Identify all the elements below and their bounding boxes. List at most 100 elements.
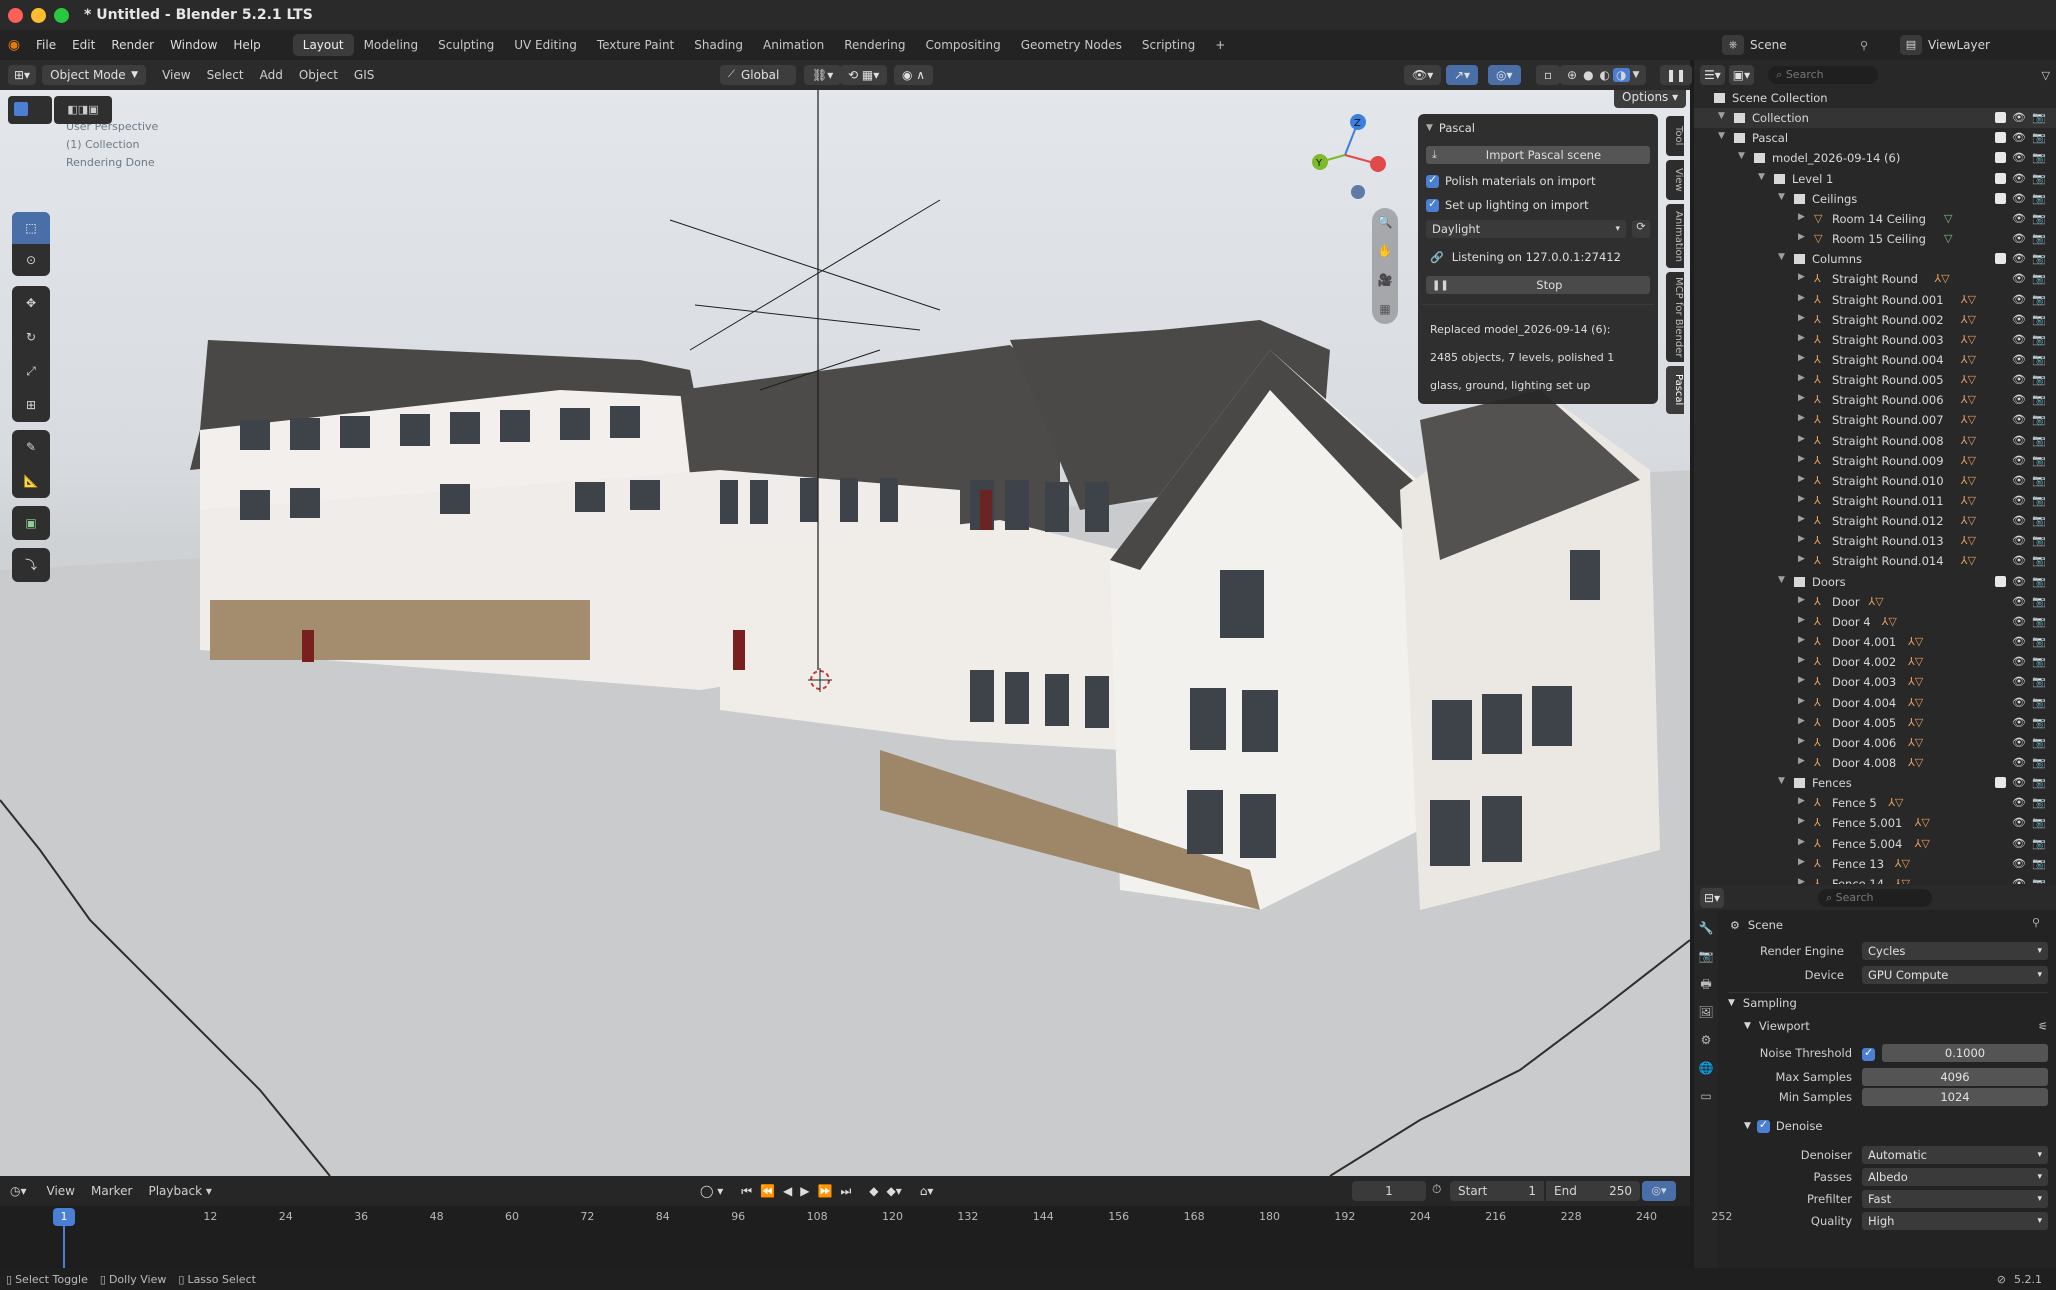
exclude-checkbox[interactable] bbox=[1995, 253, 2006, 265]
properties-editor-icon[interactable]: ⊟▾ bbox=[1700, 888, 1725, 908]
visibility-eye-icon[interactable]: 👁 bbox=[2012, 313, 2026, 326]
chevron-right-icon[interactable]: ▶ bbox=[1798, 857, 1805, 867]
outliner-row[interactable]: ▶ ⅄ Straight Round.007 ⅄▽ 👁 📷 bbox=[1694, 410, 2056, 430]
outliner-row[interactable]: ▶ ⅄ Door 4 ⅄▽ 👁 📷 bbox=[1694, 612, 2056, 632]
visibility-eye-icon[interactable]: 👁 bbox=[2012, 534, 2026, 547]
render-camera-icon[interactable]: 📷 bbox=[2032, 111, 2046, 124]
pascal-panel-header[interactable]: ▼ Pascal bbox=[1426, 118, 1475, 138]
outliner-row[interactable]: ▶ ⅄ Fence 5 ⅄▽ 👁 📷 bbox=[1694, 793, 2056, 813]
world-tab-icon[interactable]: 🌐 bbox=[1694, 1054, 1718, 1082]
outliner-row[interactable]: ▶ ▽ Room 15 Ceiling ▽ 👁 📷 bbox=[1694, 229, 2056, 249]
passes-dropdown[interactable]: Albedo ▾ bbox=[1862, 1168, 2048, 1186]
render-camera-icon[interactable]: 📷 bbox=[2032, 514, 2046, 527]
outliner-row[interactable]: ▶ ⅄ Straight Round.008 ⅄▽ 👁 📷 bbox=[1694, 431, 2056, 451]
outliner-row[interactable]: ▶ ⅄ Door 4.003 ⅄▽ 👁 📷 bbox=[1694, 672, 2056, 692]
render-camera-icon[interactable]: 📷 bbox=[2032, 434, 2046, 447]
workspace-tab-compositing[interactable]: Compositing bbox=[915, 34, 1010, 56]
render-tab-icon[interactable]: 📷 bbox=[1694, 942, 1718, 970]
editor-type-icon[interactable]: ⊞▾ bbox=[8, 65, 37, 85]
visibility-eye-icon[interactable]: 👁 bbox=[2012, 413, 2026, 426]
outliner-row[interactable]: ▼ Ceilings 👁 📷 bbox=[1694, 189, 2056, 209]
visibility-eye-icon[interactable]: 👁 bbox=[2012, 595, 2026, 608]
lighting-preset-dropdown[interactable]: Daylight ▾ bbox=[1426, 220, 1626, 238]
render-camera-icon[interactable]: 📷 bbox=[2032, 816, 2046, 829]
chevron-right-icon[interactable]: ▶ bbox=[1798, 373, 1805, 383]
wireframe-shading-icon[interactable]: ⊕ bbox=[1564, 68, 1580, 82]
sidebar-tab-view[interactable]: View bbox=[1666, 160, 1684, 200]
orientation-selector[interactable]: ⟋ Global bbox=[720, 65, 796, 85]
render-camera-icon[interactable]: 📷 bbox=[2032, 413, 2046, 426]
workspace-tab-rendering[interactable]: Rendering bbox=[834, 34, 915, 56]
chevron-right-icon[interactable]: ▶ bbox=[1798, 333, 1805, 343]
pin-icon[interactable]: ⚲ bbox=[1860, 39, 1868, 52]
denoise-checkbox[interactable] bbox=[1756, 1118, 1770, 1133]
viewlayer-selector[interactable]: ▤ ViewLayer bbox=[1900, 34, 1990, 56]
visibility-eye-icon[interactable]: 👁 bbox=[2012, 494, 2026, 507]
render-camera-icon[interactable]: 📷 bbox=[2032, 716, 2046, 729]
render-camera-icon[interactable]: 📷 bbox=[2032, 837, 2046, 850]
outliner-row[interactable]: ▼ Columns 👁 📷 bbox=[1694, 249, 2056, 269]
display-mode-icon[interactable]: ▣▾ bbox=[1728, 65, 1755, 85]
chevron-right-icon[interactable]: ▶ bbox=[1798, 615, 1805, 625]
chevron-right-icon[interactable]: ▶ bbox=[1798, 554, 1805, 564]
visibility-eye-icon[interactable]: 👁 bbox=[2012, 554, 2026, 567]
render-camera-icon[interactable]: 📷 bbox=[2032, 353, 2046, 366]
overlay-toggle-icon[interactable]: ◎▾ bbox=[1488, 65, 1521, 85]
outliner-row[interactable]: ▼ Collection 👁 📷 bbox=[1694, 108, 2056, 129]
chevron-right-icon[interactable]: ▶ bbox=[1798, 454, 1805, 464]
outliner-row[interactable]: ▶ ⅄ Door 4.004 ⅄▽ 👁 📷 bbox=[1694, 693, 2056, 713]
outliner-row[interactable]: ▶ ⅄ Straight Round.010 ⅄▽ 👁 📷 bbox=[1694, 471, 2056, 491]
outliner-editor-icon[interactable]: ☰▾ bbox=[1700, 65, 1725, 85]
stop-server-button[interactable]: ❚❚ Stop bbox=[1426, 276, 1650, 294]
close-window-button[interactable] bbox=[8, 8, 23, 23]
render-camera-icon[interactable]: 📷 bbox=[2032, 494, 2046, 507]
render-camera-icon[interactable]: 📷 bbox=[2032, 615, 2046, 628]
outliner-row[interactable]: ▶ ⅄ Straight Round ⅄▽ 👁 📷 bbox=[1694, 269, 2056, 289]
view-menu[interactable]: View bbox=[154, 68, 198, 82]
render-camera-icon[interactable]: 📷 bbox=[2032, 313, 2046, 326]
render-camera-icon[interactable]: 📷 bbox=[2032, 474, 2046, 487]
render-camera-icon[interactable]: 📷 bbox=[2032, 675, 2046, 688]
render-camera-icon[interactable]: 📷 bbox=[2032, 454, 2046, 467]
rotate-tool-icon[interactable]: ↻ bbox=[12, 320, 50, 354]
visibility-eye-icon[interactable]: 👁 bbox=[2012, 434, 2026, 447]
workspace-tab-texture-paint[interactable]: Texture Paint bbox=[587, 34, 684, 56]
visibility-eye-icon[interactable]: 👁 bbox=[2012, 796, 2026, 809]
render-camera-icon[interactable]: 📷 bbox=[2032, 333, 2046, 346]
chevron-down-icon[interactable]: ▼ bbox=[1630, 70, 1643, 80]
chevron-down-icon[interactable]: ▼ bbox=[1718, 131, 1725, 141]
chevron-right-icon[interactable]: ▶ bbox=[1798, 353, 1805, 363]
chevron-right-icon[interactable]: ▶ bbox=[1798, 434, 1805, 444]
xray-icon[interactable]: ▫ bbox=[1536, 65, 1561, 85]
visibility-eye-icon[interactable]: 👁 bbox=[2012, 575, 2026, 588]
chevron-down-icon[interactable]: ▼ bbox=[1778, 776, 1785, 786]
exclude-checkbox[interactable] bbox=[1995, 112, 2006, 124]
zoom-icon[interactable]: 🔍 bbox=[1372, 208, 1398, 237]
filter-icon[interactable]: ▽ bbox=[2042, 69, 2050, 82]
workspace-tab-scripting[interactable]: Scripting bbox=[1132, 34, 1205, 56]
visibility-eye-icon[interactable]: 👁 bbox=[2012, 716, 2026, 729]
outliner-row[interactable]: ▶ ⅄ Fence 13 ⅄▽ 👁 📷 bbox=[1694, 854, 2056, 874]
chevron-down-icon[interactable]: ▼ bbox=[1718, 111, 1725, 121]
outliner-row[interactable]: ▶ ⅄ Straight Round.003 ⅄▽ 👁 📷 bbox=[1694, 330, 2056, 350]
snap-icon[interactable]: ⟲ ▦▾ bbox=[840, 65, 888, 85]
render-camera-icon[interactable]: 📷 bbox=[2032, 293, 2046, 306]
visibility-eye-icon[interactable]: 👁 bbox=[2012, 655, 2026, 668]
visibility-eye-icon[interactable]: 👁 bbox=[2012, 635, 2026, 648]
tool-tab-icon[interactable]: 🔧 bbox=[1694, 914, 1718, 942]
select-box-mode-icon[interactable] bbox=[14, 102, 28, 116]
render-camera-icon[interactable]: 📷 bbox=[2032, 877, 2046, 884]
minimize-window-button[interactable] bbox=[31, 8, 46, 23]
workspace-tab-layout[interactable]: Layout bbox=[292, 34, 354, 56]
zoom-window-button[interactable] bbox=[54, 8, 69, 23]
render-camera-icon[interactable]: 📷 bbox=[2032, 252, 2046, 265]
render-camera-icon[interactable]: 📷 bbox=[2032, 756, 2046, 769]
workspace-tab-modeling[interactable]: Modeling bbox=[354, 34, 429, 56]
chevron-right-icon[interactable]: ▶ bbox=[1798, 816, 1805, 826]
outliner-row[interactable]: ▶ ⅄ Straight Round.004 ⅄▽ 👁 📷 bbox=[1694, 350, 2056, 370]
device-dropdown[interactable]: GPU Compute ▾ bbox=[1862, 966, 2048, 984]
pivot-icon[interactable]: ⛓▾ bbox=[804, 65, 842, 85]
exclude-checkbox[interactable] bbox=[1995, 575, 2006, 587]
properties-search-input[interactable]: ⌕ Search bbox=[1818, 889, 1932, 907]
visibility-eye-icon[interactable]: 👁 bbox=[2012, 857, 2026, 870]
